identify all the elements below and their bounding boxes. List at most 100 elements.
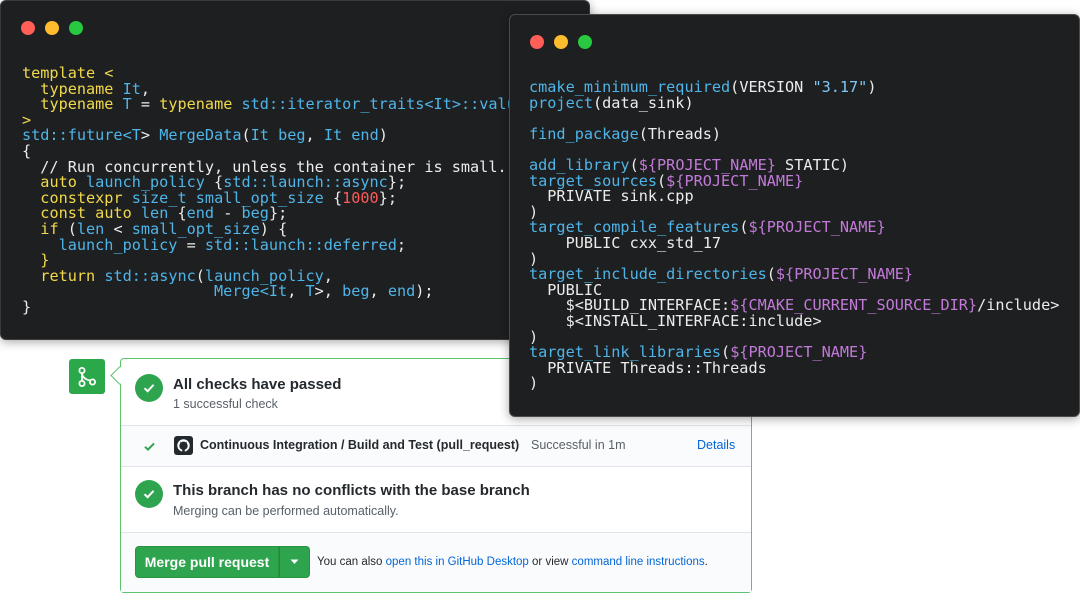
open-in-desktop-link[interactable]: open this in GitHub Desktop (386, 556, 529, 568)
code-token: }; (378, 188, 397, 207)
code-token: end (387, 282, 416, 301)
alt-text-suffix: . (704, 556, 708, 568)
code-line: $<INSTALL_INTERFACE:include> (529, 312, 822, 330)
code-token: $<INSTALL_INTERFACE:include> (529, 311, 822, 330)
conflicts-subtitle: Merging can be performed automatically. (173, 504, 399, 518)
check-circle-icon (135, 374, 163, 402)
maximize-window-icon[interactable] (69, 21, 83, 35)
close-window-icon[interactable] (21, 21, 35, 35)
code-token: >, (314, 282, 343, 301)
code-line: PUBLIC cxx_std_17 (529, 234, 721, 252)
close-window-icon[interactable] (530, 35, 544, 49)
cmake-code-window: cmake_minimum_required(VERSION "3.17") p… (509, 14, 1080, 417)
code-token: , (305, 126, 324, 145)
code-token: ) (529, 374, 539, 393)
code-token: >::valu (451, 95, 516, 114)
minimize-window-icon[interactable] (45, 21, 59, 35)
code-line: launch_policy = std::launch::deferred; (22, 235, 407, 254)
code-token: > (140, 126, 160, 145)
checks-title: All checks have passed (173, 376, 342, 393)
code-token: It (433, 95, 452, 114)
github-icon (174, 436, 193, 455)
cpp-code-block: template < typename It, typename T = typ… (22, 65, 516, 316)
conflicts-title: This branch has no conflicts with the ba… (173, 482, 530, 499)
merge-method-dropdown-button[interactable] (279, 546, 310, 578)
check-circle-icon (135, 480, 163, 508)
code-token: PRIVATE Threads::Threads (529, 358, 767, 377)
code-token: ( (766, 265, 776, 284)
code-token: (data_sink) (593, 93, 694, 112)
code-line: project(data_sink) (529, 94, 694, 112)
code-token: "3.17" (812, 78, 868, 96)
code-token: PUBLIC cxx_std_17 (529, 233, 722, 252)
code-token: = (177, 235, 205, 254)
git-branch-icon (78, 366, 96, 387)
code-token: T (131, 126, 141, 145)
code-line: ) (529, 374, 538, 392)
code-token: T (122, 95, 132, 114)
alt-text-prefix: You can also (317, 556, 386, 568)
code-token: MergeData (159, 126, 242, 145)
code-token: T (305, 282, 315, 301)
git-branch-badge (69, 359, 105, 394)
ci-check-row: Continuous Integration / Build and Test … (121, 426, 751, 466)
checks-subtitle: 1 successful check (173, 397, 278, 411)
code-token: PRIVATE sink.cpp (529, 187, 694, 206)
cmake-code-block: cmake_minimum_required(VERSION "3.17") p… (529, 78, 1060, 392)
code-token: beg (278, 126, 306, 145)
ci-status-text: Successful in 1m (531, 438, 626, 452)
code-line: typename T = typename std::iterator_trai… (22, 95, 516, 113)
code-token: 1000 (342, 188, 379, 207)
code-token: std::launch::deferred (204, 235, 397, 254)
code-token: std::iterator_traits< (241, 95, 434, 114)
code-token: ) (378, 126, 388, 145)
code-token: ); (415, 282, 434, 301)
alt-text-middle: or view (528, 556, 572, 568)
code-token: beg (342, 282, 370, 301)
maximize-window-icon[interactable] (578, 35, 592, 49)
code-token: find_package (529, 124, 639, 143)
code-line: PRIVATE Threads::Threads (529, 358, 767, 377)
code-token: ) (867, 78, 877, 96)
code-token: /include> (977, 296, 1060, 315)
code-token: It (268, 282, 288, 301)
code-token: It (250, 126, 269, 145)
code-token: It (323, 126, 343, 145)
code-line: PRIVATE sink.cpp (529, 187, 694, 206)
ci-job-name[interactable]: Continuous Integration / Build and Test … (200, 438, 519, 452)
alternate-merge-options: You can also open this in GitHub Desktop… (317, 556, 708, 568)
merge-pull-request-button[interactable]: Merge pull request (135, 546, 279, 578)
code-token: ; (396, 235, 407, 254)
code-token: typename (40, 95, 114, 114)
command-line-instructions-link[interactable]: command line instructions (572, 556, 705, 568)
code-line: Merge<It, T>, beg, end); (22, 282, 434, 300)
details-link[interactable]: Details (697, 438, 735, 452)
code-token: ${PROJECT_NAME} (775, 265, 914, 284)
code-token: ( (241, 126, 251, 145)
code-line: std::future<T> MergeData(It beg, It end) (22, 126, 388, 144)
code-token: Merge< (214, 282, 269, 301)
code-token: launch_policy (58, 235, 178, 254)
code-token: std::future< (22, 126, 132, 145)
code-token: typename (159, 95, 233, 114)
code-token: (Threads) (638, 124, 722, 143)
code-token: , (287, 282, 306, 301)
cpp-code-window: template < typename It, typename T = typ… (0, 0, 590, 340)
caret-down-icon (290, 559, 299, 564)
code-token: (VERSION (730, 78, 813, 96)
code-token: project (529, 93, 594, 112)
code-token: , (369, 282, 388, 301)
divider (121, 466, 751, 467)
code-token: } (22, 297, 32, 316)
check-icon (144, 442, 155, 452)
code-line: find_package(Threads) (529, 125, 721, 143)
code-line: } (22, 298, 31, 316)
minimize-window-icon[interactable] (554, 35, 568, 49)
code-token: = (131, 95, 160, 114)
code-token: end (351, 126, 379, 145)
